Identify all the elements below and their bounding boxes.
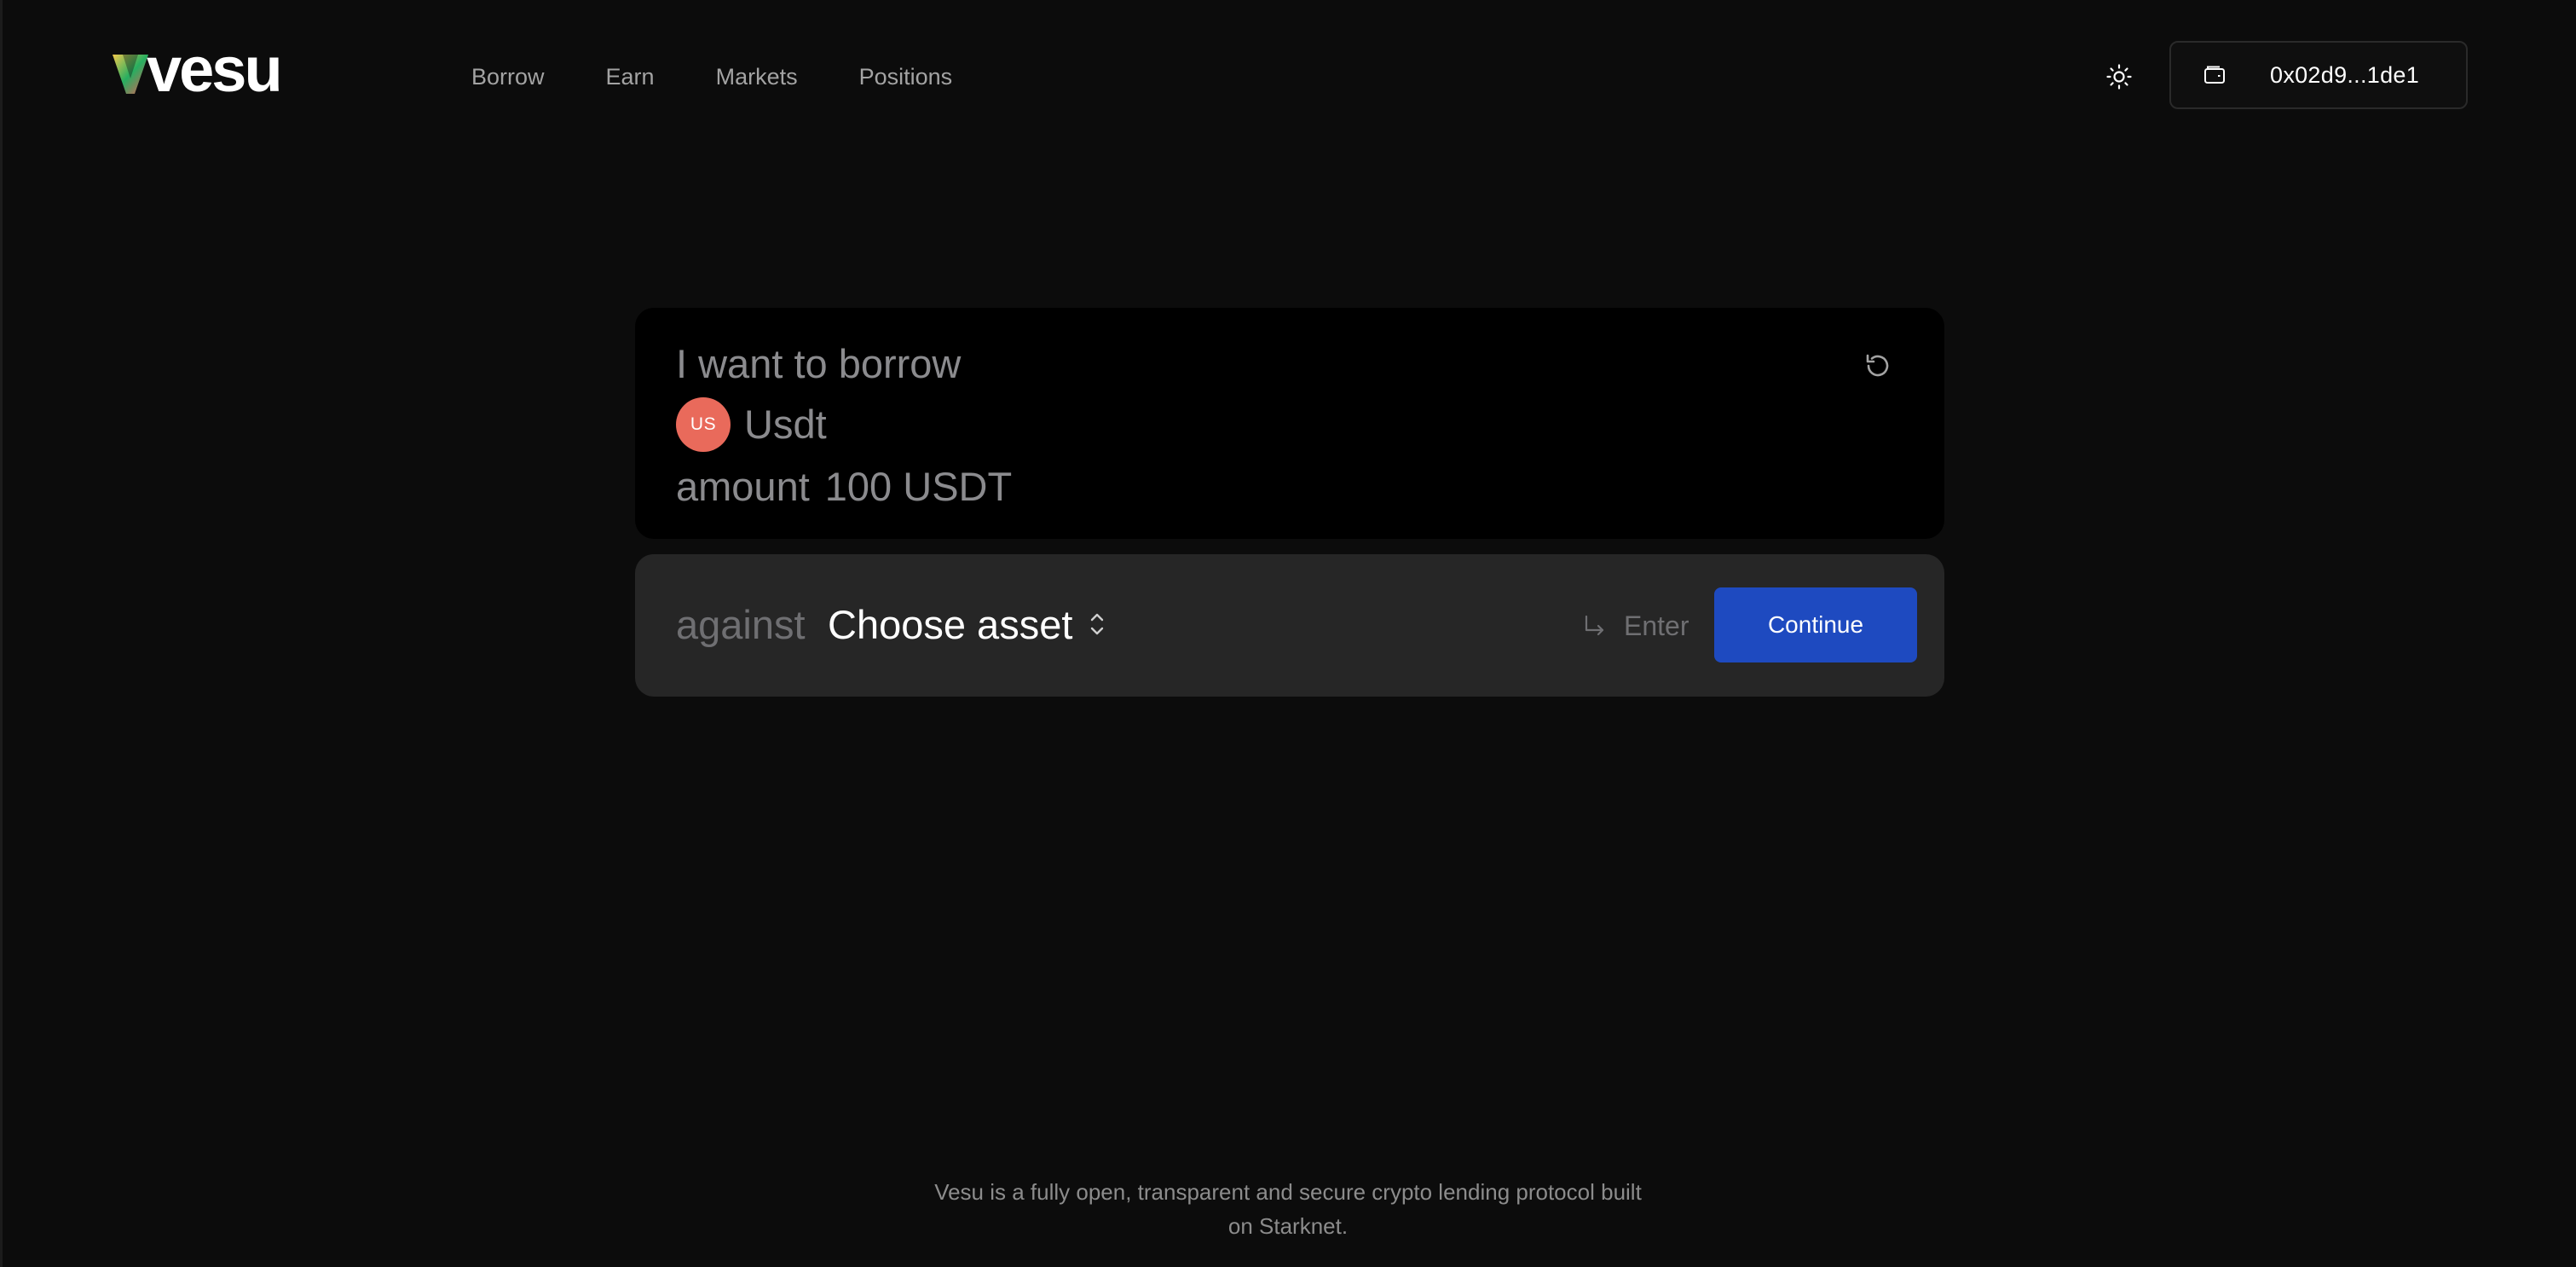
footer-line-1: Vesu is a fully open, transparent and se… [934, 1179, 1642, 1205]
continue-button[interactable]: Continue [1714, 587, 1917, 662]
against-label: against [676, 602, 806, 647]
brand-name: vesu [147, 34, 283, 105]
wallet-icon [2204, 66, 2225, 84]
amount-value: 100 USDT [824, 464, 1013, 509]
theme-toggle-button[interactable] [2102, 60, 2136, 94]
chevron-up-down-icon[interactable] [1087, 609, 1107, 639]
brand-logo[interactable]: vesu [111, 34, 283, 105]
nav-positions[interactable]: Positions [859, 60, 953, 94]
footer-line-2: on Starknet. [1227, 1213, 1349, 1239]
app-root: vesu Borrow Earn Markets Positions 0x02d… [0, 0, 2576, 1267]
amount-label: amount [676, 464, 810, 509]
borrow-card: I want to borrow US Usdt amount 100 USDT [635, 308, 1944, 539]
nav-markets[interactable]: Markets [716, 60, 798, 94]
footer-text: Vesu is a fully open, transparent and se… [862, 1175, 1714, 1243]
amount-row[interactable]: amount 100 USDT [676, 461, 1012, 512]
enter-arrow-icon [1585, 615, 1604, 636]
asset-badge: US [676, 397, 731, 452]
window-edge [0, 0, 3, 1267]
main-nav: Borrow Earn Markets Positions [471, 60, 952, 94]
reset-icon[interactable] [1861, 349, 1895, 383]
wallet-address: 0x02d9...1de1 [2270, 61, 2420, 88]
borrow-asset[interactable]: US Usdt [676, 396, 827, 453]
nav-borrow[interactable]: Borrow [471, 60, 545, 94]
vesu-logo-mark-icon [113, 55, 148, 94]
against-card: against Choose asset Enter Continue [635, 554, 1944, 697]
choose-asset-select[interactable]: Choose asset [828, 599, 1072, 651]
sun-icon [2106, 64, 2132, 90]
borrow-title: I want to borrow [676, 341, 962, 386]
asset-name: Usdt [744, 402, 827, 447]
enter-hint-label: Enter [1624, 610, 1689, 641]
wallet-button[interactable]: 0x02d9...1de1 [2169, 41, 2468, 109]
nav-earn[interactable]: Earn [606, 60, 655, 94]
enter-hint: Enter [1581, 605, 1689, 646]
